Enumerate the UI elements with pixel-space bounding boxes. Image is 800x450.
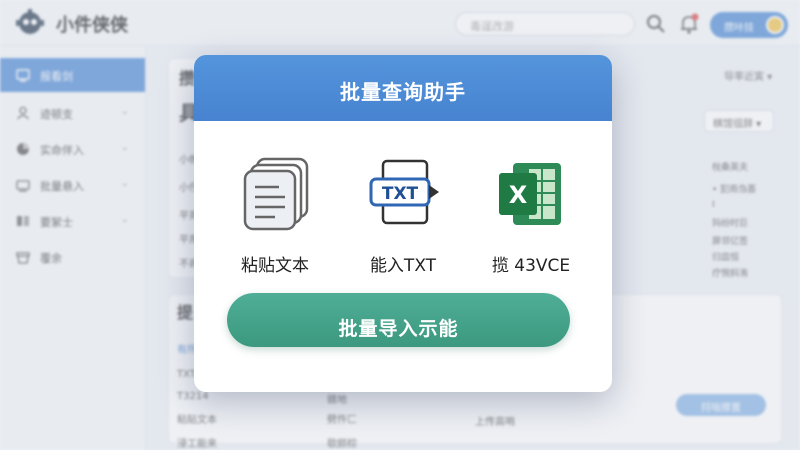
txt-import-icon: TXT bbox=[369, 159, 439, 225]
paste-text-icon bbox=[243, 157, 309, 231]
paste-text-label: 粘贴文本 bbox=[241, 256, 309, 276]
svg-text:TXT: TXT bbox=[382, 184, 419, 204]
import-txt-label: 能入TXT bbox=[369, 256, 437, 276]
batch-query-modal: 批量查询助手 粘贴文本 TXT 能入TXT X 揽 43VCE 批量导入示能 bbox=[194, 55, 612, 392]
batch-import-button[interactable]: 批量导入示能 bbox=[227, 293, 570, 347]
modal-title: 批量查询助手 bbox=[194, 55, 612, 121]
import-txt-option[interactable]: TXT 能入TXT bbox=[348, 155, 458, 276]
excel-icon: X bbox=[499, 163, 561, 225]
svg-text:X: X bbox=[509, 181, 528, 209]
import-excel-label: 揽 43VCE bbox=[491, 256, 571, 276]
import-excel-option[interactable]: X 揽 43VCE bbox=[476, 155, 586, 276]
paste-text-option[interactable]: 粘贴文本 bbox=[220, 155, 330, 276]
